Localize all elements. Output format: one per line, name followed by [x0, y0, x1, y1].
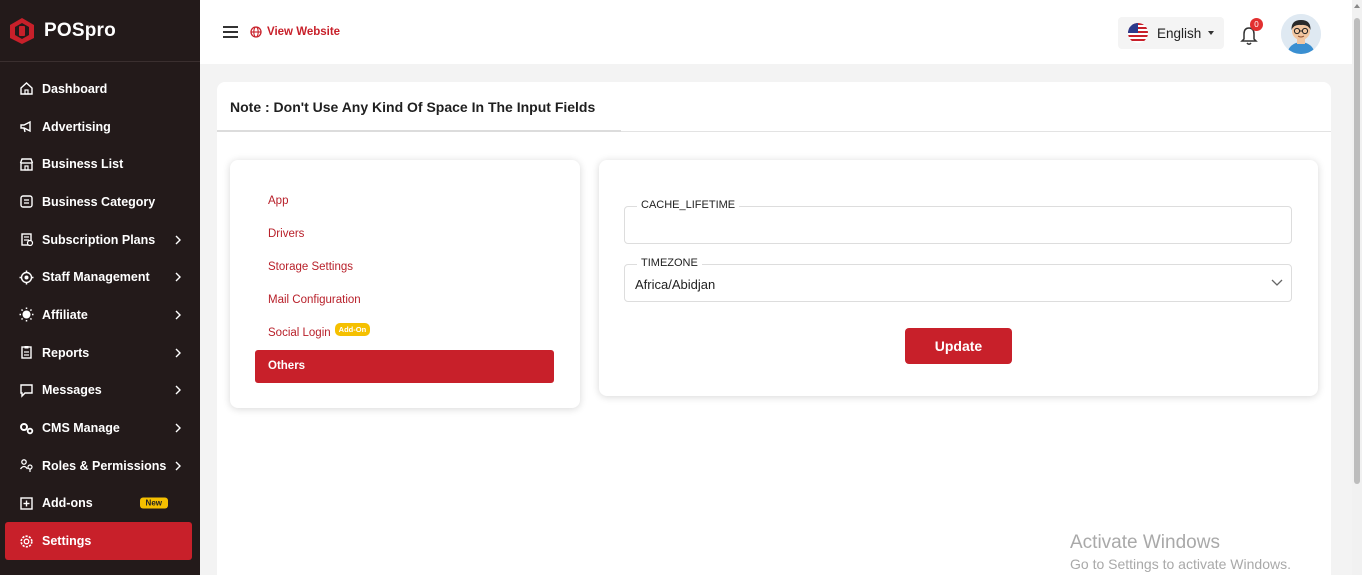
view-website-label: View Website — [267, 26, 341, 38]
tab-social-login[interactable]: Social Login Add-On — [255, 317, 554, 350]
sidebar-item-label: Dashboard — [42, 81, 108, 96]
tab-label: App — [268, 195, 289, 207]
chevron-right-icon — [175, 423, 181, 433]
tab-label: Storage Settings — [268, 261, 354, 273]
timezone-label: TIMEZONE — [637, 257, 702, 269]
sidebar-item-reports[interactable]: Reports — [0, 334, 200, 372]
chevron-right-icon — [175, 348, 181, 358]
home-icon — [19, 81, 34, 96]
timezone-value: Africa/Abidjan — [635, 277, 716, 292]
tab-mail-configuration[interactable]: Mail Configuration — [255, 284, 554, 317]
sidebar-menu: Dashboard Advertising Business List Busines… — [0, 62, 200, 560]
sidebar-item-label: Staff Management — [42, 270, 150, 285]
sidebar-item-label: Advertising — [42, 119, 111, 134]
message-icon — [19, 383, 34, 398]
page-scrollbar[interactable] — [1352, 0, 1362, 575]
globe-icon — [250, 26, 262, 38]
topbar: View Website English 0 — [200, 0, 1352, 64]
sidebar-item-cms-manage[interactable]: CMS Manage — [0, 409, 200, 447]
cache-lifetime-field: CACHE_LIFETIME — [624, 199, 1292, 244]
gear-icon — [19, 534, 34, 549]
language-label: English — [1157, 25, 1202, 41]
scroll-up-arrow-icon[interactable] — [1354, 4, 1360, 8]
sidebar-item-label: Add-ons — [42, 496, 93, 511]
tab-label: Mail Configuration — [268, 294, 361, 306]
watermark-title: Activate Windows — [1070, 532, 1220, 553]
sidebar-item-label: Settings — [42, 534, 92, 549]
sidebar-item-add-ons[interactable]: Add-ons New — [0, 485, 200, 523]
sidebar: POSpro Dashboard Advertising Business List… — [0, 0, 200, 575]
cms-icon — [19, 421, 34, 436]
sidebar-item-staff-management[interactable]: Staff Management — [0, 258, 200, 296]
language-selector[interactable]: English — [1118, 17, 1224, 49]
notification-count-badge: 0 — [1250, 18, 1263, 31]
tab-label: Social Login — [268, 327, 331, 339]
activate-windows-watermark: Activate Windows Go to Settings to activ… — [1070, 532, 1291, 572]
sidebar-item-label: Reports — [42, 345, 90, 360]
sidebar-item-label: CMS Manage — [42, 421, 120, 436]
sidebar-item-messages[interactable]: Messages — [0, 372, 200, 410]
new-badge: New — [139, 497, 168, 509]
reports-icon — [19, 345, 34, 360]
addon-badge: Add-On — [334, 323, 371, 336]
sidebar-item-advertising[interactable]: Advertising — [0, 108, 200, 146]
user-avatar[interactable] — [1281, 14, 1321, 54]
scrollbar-thumb[interactable] — [1354, 18, 1360, 484]
sidebar-item-business-list[interactable]: Business List — [0, 145, 200, 183]
staff-icon — [19, 270, 34, 285]
chevron-right-icon — [175, 272, 181, 282]
settings-tabs: App Drivers Storage Settings Mail Configura… — [230, 160, 580, 408]
us-flag-icon — [1128, 23, 1148, 43]
tab-drivers[interactable]: Drivers — [255, 218, 554, 251]
sidebar-item-label: Subscription Plans — [42, 232, 156, 247]
chevron-right-icon — [175, 310, 181, 320]
roles-icon — [19, 458, 34, 473]
cache-lifetime-input[interactable] — [635, 207, 1275, 243]
sidebar-item-business-category[interactable]: Business Category — [0, 183, 200, 221]
subscription-icon — [19, 232, 34, 247]
sidebar-item-subscription-plans[interactable]: Subscription Plans — [0, 221, 200, 259]
tab-others[interactable]: Others — [255, 350, 554, 383]
watermark-subtitle: Go to Settings to activate Windows. — [1070, 556, 1291, 572]
pospro-logo-icon — [10, 17, 34, 44]
chevron-down-icon — [1271, 279, 1283, 286]
view-website-link[interactable]: View Website — [250, 26, 340, 38]
timezone-select[interactable]: TIMEZONE Africa/Abidjan — [624, 257, 1292, 302]
menu-toggle-icon[interactable] — [223, 26, 238, 38]
chevron-right-icon — [175, 385, 181, 395]
category-icon — [19, 194, 34, 209]
sidebar-item-dashboard[interactable]: Dashboard — [0, 70, 200, 108]
app-logo[interactable]: POSpro — [0, 0, 200, 62]
chevron-right-icon — [175, 235, 181, 245]
sidebar-item-label: Business Category — [42, 194, 156, 209]
settings-card: Note : Don't Use Any Kind Of Space In Th… — [217, 82, 1331, 575]
store-icon — [19, 157, 34, 172]
add-icon — [19, 496, 34, 511]
tab-storage-settings[interactable]: Storage Settings — [255, 251, 554, 284]
sidebar-item-affiliate[interactable]: Affiliate — [0, 296, 200, 334]
tab-label: Others — [268, 360, 306, 372]
sidebar-item-label: Messages — [42, 383, 102, 398]
sidebar-item-label: Business List — [42, 157, 124, 172]
tab-label: Drivers — [268, 228, 305, 240]
settings-note: Note : Don't Use Any Kind Of Space In Th… — [217, 82, 1331, 132]
affiliate-icon — [19, 307, 34, 322]
chevron-right-icon — [175, 461, 181, 471]
sidebar-item-roles-and-permissions[interactable]: Roles & Permissions — [0, 447, 200, 485]
caret-down-icon — [1208, 31, 1215, 35]
update-button[interactable]: Update — [905, 328, 1012, 364]
tab-app[interactable]: App — [255, 185, 554, 218]
sidebar-item-settings[interactable]: Settings — [5, 522, 192, 560]
others-settings-form: CACHE_LIFETIME TIMEZONE Africa/Abidjan U… — [599, 160, 1318, 396]
app-name: POSpro — [44, 19, 116, 41]
megaphone-icon — [19, 119, 34, 134]
sidebar-item-label: Affiliate — [42, 307, 88, 322]
sidebar-item-label: Roles & Permissions — [42, 458, 167, 473]
